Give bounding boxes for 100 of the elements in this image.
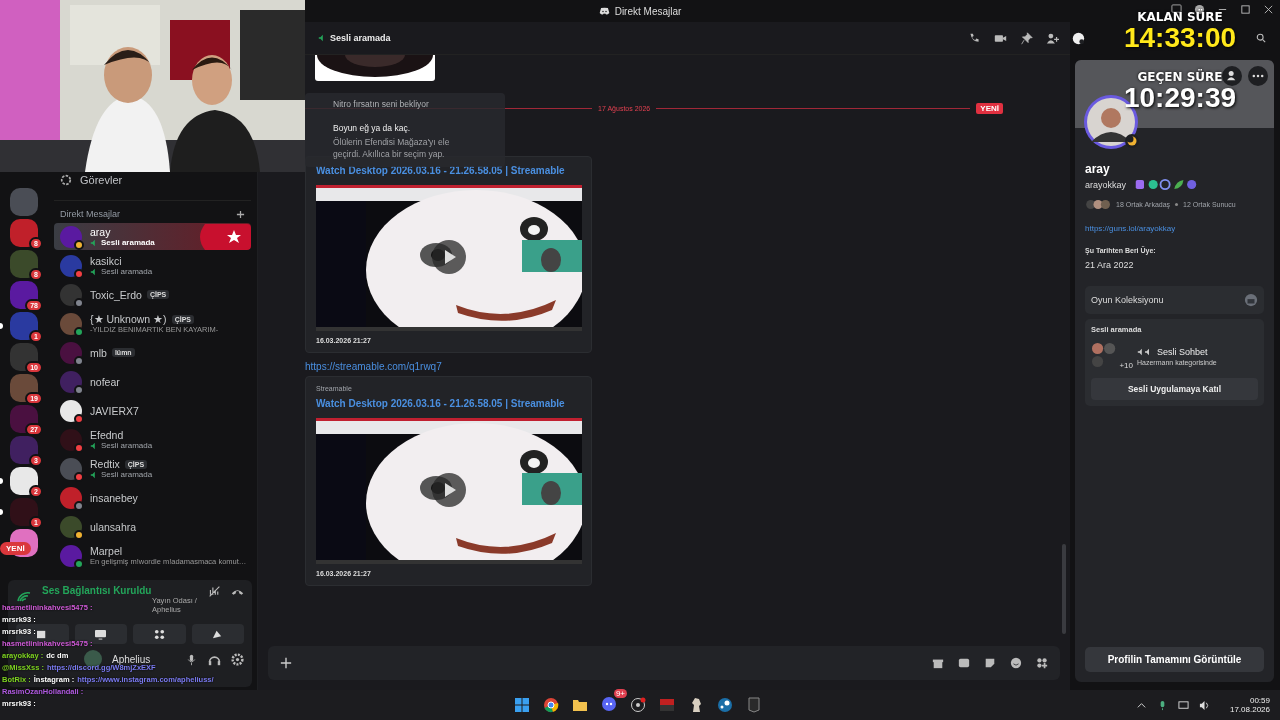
play-button[interactable] (432, 240, 466, 274)
member-since-date: 21 Ara 2022 (1085, 260, 1135, 270)
call-status: Sesli aramada (330, 33, 391, 43)
taskbar-clock[interactable]: 00:59 17.08.2026 (1229, 696, 1270, 714)
recorder-icon[interactable] (630, 697, 646, 713)
window-title: Direkt Mesajlar (598, 5, 682, 17)
notification-badge: 9+ (613, 689, 627, 698)
dm-item[interactable]: insanebey (54, 484, 251, 511)
close-icon[interactable] (1263, 4, 1274, 15)
server-icon[interactable] (10, 405, 38, 433)
speaker-icon (90, 441, 98, 450)
embed-title-link[interactable]: Watch Desktop 2026.03.16 - 21.26.58.05 | Streamable (316, 398, 581, 409)
profile-name: aray (1085, 162, 1111, 176)
message-link[interactable]: https://streamable.com/q1rwq7 (305, 361, 442, 372)
new-pill: YENİ (0, 542, 31, 555)
speaker-icon (90, 238, 98, 247)
dm-item[interactable]: ulansahra (54, 513, 251, 540)
search-icon[interactable] (1256, 33, 1266, 43)
dm-item[interactable]: kasikci Sesli aramada (54, 252, 251, 279)
timer-label: GEÇEN SÜRE (1137, 70, 1223, 84)
settings-icon[interactable] (231, 652, 244, 666)
server-icon[interactable] (10, 219, 38, 247)
timer-label: KALAN SÜRE (1137, 10, 1223, 24)
app-logo (598, 6, 610, 16)
current-user-name: Aphelius (112, 653, 151, 665)
idle-status-icon (1125, 134, 1139, 148)
avatar (60, 544, 82, 567)
sticker-icon[interactable] (984, 657, 996, 669)
embed-title-link[interactable]: Watch Desktop 2026.03.16 - 21.26.58.05 | Streamable (316, 165, 581, 176)
remaining-time: 14:33:00 (1123, 24, 1237, 52)
emoji-icon[interactable] (1010, 657, 1022, 669)
voice-channel: Sesli Sohbet (1157, 346, 1208, 357)
message-field[interactable] (268, 646, 1060, 680)
server-icon[interactable] (10, 374, 38, 402)
pin-icon[interactable] (1020, 31, 1033, 45)
screen-share-icon (94, 628, 108, 640)
speaker-icon (90, 470, 98, 479)
add-icon[interactable] (236, 209, 245, 219)
gif-icon[interactable] (958, 657, 970, 669)
avatar (60, 225, 82, 248)
server-icon[interactable] (10, 467, 38, 495)
mixer-app-icon[interactable] (659, 697, 675, 713)
network-icon[interactable] (1177, 699, 1189, 711)
elapsed-time: 10:29:39 (1123, 84, 1237, 112)
join-voice-button[interactable]: Sesli Uygulamaya Katıl (1091, 378, 1258, 400)
quests-icon (60, 174, 72, 186)
dm-item[interactable]: nofear (54, 368, 251, 395)
gift-icon[interactable] (932, 657, 944, 669)
avatar (60, 515, 82, 538)
game-store-icon[interactable] (717, 697, 733, 713)
soundboard-button[interactable] (191, 624, 244, 644)
quests-link[interactable]: Görevler (80, 174, 123, 186)
profile-link[interactable]: https://guns.lol/arayokkay (1085, 224, 1264, 233)
play-button[interactable] (432, 473, 466, 507)
dm-item[interactable]: JAVIERX7 (54, 397, 251, 424)
add-icon[interactable] (280, 657, 292, 669)
launcher-icon[interactable] (746, 697, 762, 713)
clock-time: 00:59 (1249, 696, 1270, 705)
add-friend-icon[interactable] (1222, 66, 1242, 86)
clock-date: 17.08.2026 (1229, 705, 1270, 714)
dm-item[interactable]: Efednd Sesli aramada (54, 426, 251, 453)
avatar (60, 254, 82, 277)
avatar (60, 283, 82, 306)
noise-suppression-icon[interactable] (208, 585, 221, 598)
avatar (60, 312, 82, 335)
server-icon[interactable] (10, 281, 38, 309)
folder-icon[interactable] (572, 697, 588, 713)
dm-item[interactable]: aray Sesli aramada (54, 223, 251, 250)
connection-status: Ses Bağlantısı Kuruldu (42, 585, 153, 596)
avatar (60, 399, 82, 422)
game-icon (1244, 293, 1258, 307)
maximize-icon[interactable] (1240, 4, 1251, 15)
microphone-icon[interactable] (185, 652, 198, 666)
browser-icon[interactable] (543, 697, 559, 713)
popup-text: Ölülerin Efendisi Mağaza'yı ele geçirdi. Akıllıca bir seçim yap. (333, 137, 451, 161)
participant-count: +10 (1119, 361, 1133, 370)
server-icon[interactable] (10, 250, 38, 278)
signal-icon (16, 589, 32, 603)
avatar (60, 370, 82, 393)
volume-icon[interactable] (1198, 699, 1210, 711)
popup-heading: Boyun eğ ya da kaç. (333, 123, 412, 133)
speaker-icon (318, 34, 326, 42)
avatar (60, 428, 82, 451)
start-icon[interactable] (514, 697, 530, 713)
avatar (60, 486, 82, 509)
phone-icon[interactable] (968, 31, 981, 45)
mutual-friends-avatars (1085, 199, 1113, 210)
new-badge: YENİ (976, 103, 1003, 114)
popup-title: Nitro fırsatın seni bekliyor (333, 99, 430, 109)
more-icon[interactable] (1248, 66, 1268, 86)
apps-icon (152, 628, 166, 640)
server-icon[interactable] (10, 343, 38, 371)
apps-icon[interactable] (1036, 657, 1048, 669)
activities-button[interactable] (133, 624, 186, 644)
game-collection[interactable]: Oyun Koleksiyonu (1085, 286, 1264, 314)
view-full-profile-button[interactable]: Profilin Tamamını Görüntüle (1085, 647, 1264, 672)
dm-heading: Direkt Mesajlar (60, 209, 120, 219)
chat-app-icon[interactable] (601, 696, 617, 712)
avatar (60, 457, 82, 480)
add-friend-icon[interactable] (1046, 31, 1059, 45)
